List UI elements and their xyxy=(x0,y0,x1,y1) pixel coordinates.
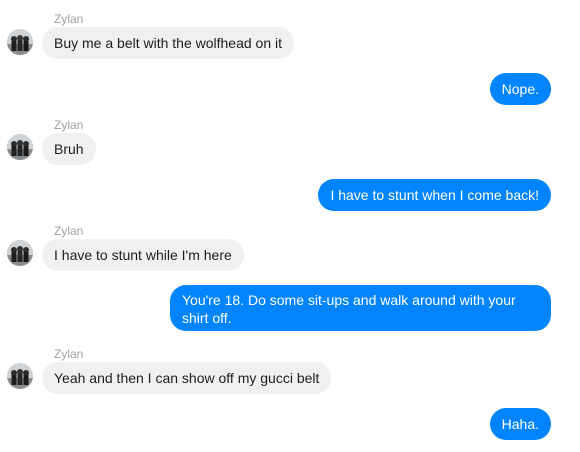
incoming-message[interactable]: Yeah and then I can show off my gucci be… xyxy=(42,362,332,394)
group-photo-icon xyxy=(7,240,33,266)
outgoing-message[interactable]: You're 18. Do some sit-ups and walk arou… xyxy=(170,285,551,331)
sender-name: Zylan xyxy=(54,118,84,132)
sender-name: Zylan xyxy=(54,12,84,26)
group-photo-icon xyxy=(7,134,33,160)
incoming-message[interactable]: Buy me a belt with the wolfhead on it xyxy=(42,27,295,59)
outgoing-message[interactable]: Nope. xyxy=(489,73,551,105)
avatar[interactable] xyxy=(7,134,33,160)
incoming-message[interactable]: Bruh xyxy=(42,133,96,165)
outgoing-message[interactable]: I have to stunt when I come back! xyxy=(318,179,551,211)
group-photo-icon xyxy=(7,29,33,55)
avatar[interactable] xyxy=(7,29,33,55)
sender-name: Zylan xyxy=(54,224,84,238)
avatar[interactable] xyxy=(7,240,33,266)
avatar[interactable] xyxy=(7,363,33,389)
message-thread: Zylan Buy me a belt with the wolfhead on… xyxy=(0,0,580,452)
group-photo-icon xyxy=(7,363,33,389)
sender-name: Zylan xyxy=(54,347,84,361)
outgoing-message[interactable]: Haha. xyxy=(489,408,551,440)
incoming-message[interactable]: I have to stunt while I'm here xyxy=(42,239,244,271)
